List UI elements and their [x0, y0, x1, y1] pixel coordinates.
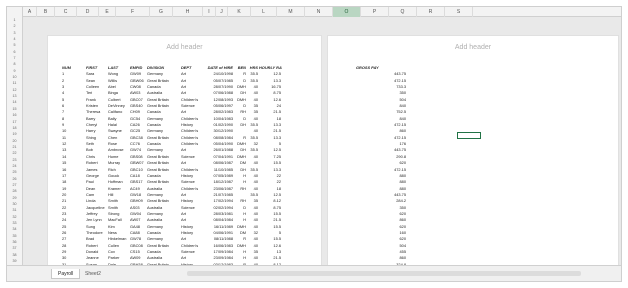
column-header-p[interactable]: P [361, 7, 389, 17]
column-header-s[interactable]: S [445, 7, 473, 17]
active-cell-selection[interactable] [457, 132, 481, 139]
column-header-b[interactable]: B [37, 7, 55, 17]
gross-pay-column: GROSS PAY 443.75 472.15 733.3 350 504 840 752.5… [352, 65, 412, 281]
print-page-right: Add header GROSS PAY 443.75 472.15 733.3 350… [327, 35, 619, 279]
print-page-left: Add header NUM FIRST LAST EMPID DIVISION DEPT… [47, 35, 322, 279]
payroll-table: NUM FIRST LAST EMPID DIVISION DEPT DATE of HIR… [62, 65, 308, 281]
add-header-right[interactable]: Add header [328, 44, 618, 51]
column-header-l[interactable]: L [251, 7, 277, 17]
column-header-n[interactable]: N [305, 7, 333, 17]
column-header-c[interactable]: C [55, 7, 77, 17]
row-header-bar: 1 2 3 4 5 6 7 8 9 10 11 12 13 14 15 16 17 18 19 20 21 22 23 24 2… [7, 17, 23, 269]
column-header-j[interactable]: J [216, 7, 228, 17]
column-header-o[interactable]: O [333, 7, 361, 17]
column-header-q[interactable]: Q [389, 7, 417, 17]
column-header-d[interactable]: D [77, 7, 99, 17]
column-header-k[interactable]: K [228, 7, 251, 17]
column-header-m[interactable]: M [277, 7, 305, 17]
sheet-tab-bar: Payroll Sheet2 [7, 265, 621, 281]
column-header-a[interactable]: A [23, 7, 37, 17]
add-header-left[interactable]: Add header [48, 44, 321, 51]
column-header-i[interactable]: I [203, 7, 216, 17]
column-header-f[interactable]: F [116, 7, 150, 17]
sheet-tab-payroll[interactable]: Payroll [51, 269, 81, 279]
column-header-r[interactable]: R [417, 7, 445, 17]
sheet-tab-sheet2[interactable]: Sheet2 [79, 269, 107, 279]
column-header-g[interactable]: G [150, 7, 173, 17]
column-header-bar: ABCDEFGHIJKLMNOPQRS [7, 7, 621, 17]
column-header-e[interactable]: E [99, 7, 116, 17]
horizontal-scrollbar[interactable] [187, 271, 581, 276]
spreadsheet-window: ABCDEFGHIJKLMNOPQRS 1 2 3 4 5 6 7 8 9 10 11 12 13 14 1… [6, 6, 622, 282]
column-header-h[interactable]: H [173, 7, 203, 17]
select-all-corner[interactable] [7, 7, 23, 17]
